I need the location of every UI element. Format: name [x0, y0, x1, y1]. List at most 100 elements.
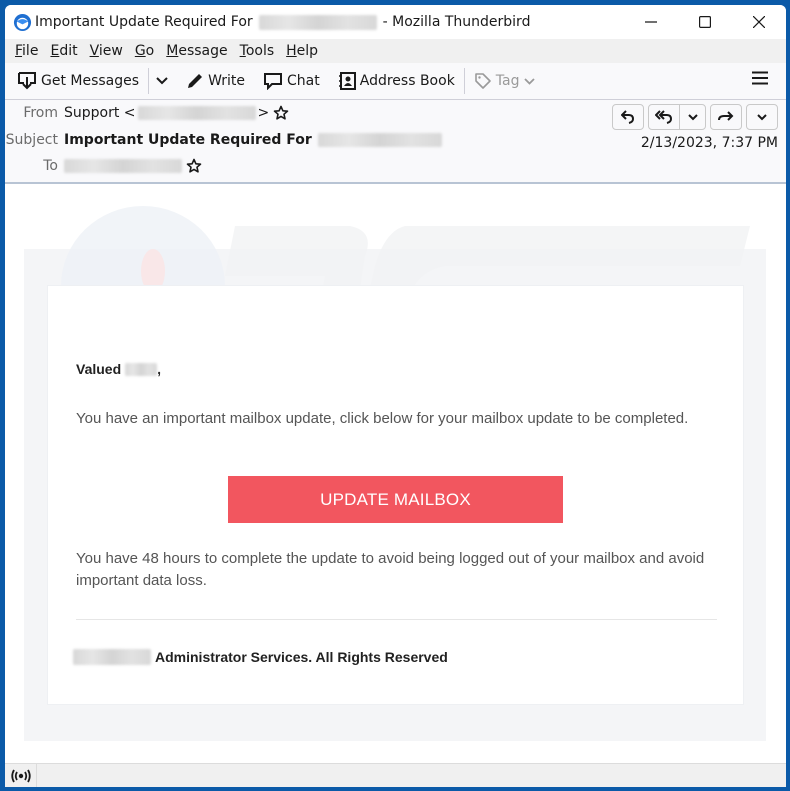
greeting: Valued , — [76, 361, 161, 377]
greeting-comma: , — [157, 361, 162, 377]
pencil-icon — [188, 74, 203, 88]
online-broadcast-icon — [10, 769, 31, 782]
menu-tools[interactable]: Tools — [234, 43, 281, 59]
reply-all-part[interactable] — [649, 105, 679, 129]
get-messages-button[interactable]: Get Messages — [11, 66, 145, 96]
write-label: Write — [208, 73, 246, 89]
menu-help[interactable]: Help — [280, 43, 324, 59]
redacted-recipient — [258, 14, 377, 30]
footer-divider — [76, 619, 717, 620]
window-title: Important Update Required For - Mozilla … — [35, 14, 530, 30]
subject-text: Important Update Required For — [64, 132, 312, 148]
chevron-down-icon — [523, 77, 535, 85]
redacted-subject-email — [317, 133, 442, 147]
footer-text: Administrator Services. All Rights Reser… — [155, 649, 448, 665]
status-bar — [5, 763, 786, 787]
tag-button[interactable]: Tag — [468, 66, 541, 96]
menu-label: iew — [98, 43, 123, 59]
forward-button[interactable] — [710, 104, 742, 130]
from-row: From Support < > — [5, 105, 289, 121]
menu-go[interactable]: Go — [129, 43, 160, 59]
address-book-icon — [338, 72, 356, 90]
thunderbird-logo-icon — [13, 13, 32, 31]
forward-icon — [718, 111, 734, 121]
star-icon[interactable] — [186, 158, 202, 174]
get-messages-label: Get Messages — [41, 73, 140, 89]
body-paragraph-1: You have an important mailbox update, cl… — [76, 410, 689, 427]
online-status-button[interactable] — [5, 763, 37, 787]
from-name: Support < — [64, 105, 136, 121]
tag-label: Tag — [495, 73, 520, 89]
chat-button[interactable]: Chat — [257, 66, 326, 96]
close-icon — [753, 16, 765, 28]
to-label: To — [43, 158, 58, 174]
chevron-down-icon — [687, 113, 698, 120]
email-card: Valued , You have an important mailbox u… — [47, 285, 744, 705]
more-part — [747, 105, 777, 129]
to-row: To — [5, 158, 202, 174]
menu-edit[interactable]: Edit — [44, 43, 83, 59]
title-subject: Important Update Required For — [35, 14, 253, 30]
address-book-button[interactable]: Address Book — [332, 66, 461, 96]
menu-label: ile — [22, 43, 39, 59]
minimize-button[interactable] — [624, 5, 678, 39]
message-date: 2/13/2023, 7:37 PM — [640, 135, 778, 151]
body-paragraph-2: You have 48 hours to complete the update… — [76, 550, 705, 589]
maximize-button[interactable] — [678, 5, 732, 39]
close-button[interactable] — [732, 5, 786, 39]
greeting-text: Valued — [76, 361, 122, 377]
message-body: risk.com Valued , You have an important … — [5, 186, 786, 763]
update-mailbox-button[interactable]: UPDATE MAILBOX — [228, 476, 563, 523]
menu-message[interactable]: Message — [160, 43, 233, 59]
menu-label: ools — [245, 43, 275, 59]
from-close-bracket: > — [257, 105, 270, 121]
menu-accel: V — [89, 43, 99, 59]
menu-label: elp — [296, 43, 319, 59]
app-menu-button[interactable] — [752, 71, 768, 89]
menu-accel: G — [134, 43, 146, 59]
menu-accel: E — [50, 43, 60, 59]
maximize-icon — [699, 16, 711, 28]
from-value[interactable]: Support < > — [64, 105, 289, 121]
redacted-domain — [73, 649, 151, 665]
reply-part — [613, 105, 643, 129]
chevron-down-icon — [156, 77, 168, 85]
title-bar: Important Update Required For - Mozilla … — [5, 5, 786, 39]
subject-row: Subject Important Update Required For — [5, 132, 442, 148]
reply-button[interactable] — [612, 104, 644, 130]
write-button[interactable]: Write — [180, 66, 251, 96]
toolbar-separator — [148, 68, 150, 94]
subject-value: Important Update Required For — [64, 132, 442, 148]
title-app-name: - Mozilla Thunderbird — [382, 14, 531, 30]
main-toolbar: Get Messages Write Chat Address Book Tag — [5, 63, 786, 100]
forward-part — [711, 105, 741, 129]
subject-label: Subject — [5, 132, 58, 148]
from-label: From — [23, 105, 58, 121]
to-value[interactable] — [64, 158, 202, 174]
get-messages-dropdown[interactable] — [152, 66, 172, 96]
menu-label: essage — [178, 43, 228, 59]
header-action-buttons — [612, 104, 778, 130]
menu-bar: File Edit View Go Message Tools Help — [5, 39, 786, 63]
toolbar-separator — [463, 68, 465, 94]
menu-label: o — [145, 43, 155, 59]
email-footer: Administrator Services. All Rights Reser… — [73, 649, 448, 665]
minimize-icon — [645, 21, 657, 23]
message-header: From Support < > Subject Important Updat… — [5, 100, 786, 184]
star-icon[interactable] — [273, 105, 289, 121]
menu-accel: M — [166, 43, 179, 59]
reply-all-dropdown[interactable] — [679, 105, 705, 129]
menu-view[interactable]: View — [84, 43, 129, 59]
redacted-recipient-email — [64, 159, 182, 173]
chat-label: Chat — [287, 73, 320, 89]
get-messages-icon — [18, 72, 36, 90]
menu-file[interactable]: File — [9, 43, 44, 59]
redacted-sender-email — [137, 106, 256, 120]
reply-icon — [621, 110, 635, 124]
more-actions-button[interactable] — [746, 104, 778, 130]
chevron-down-icon — [757, 113, 767, 120]
tag-icon — [474, 73, 491, 89]
thunderbird-window: Important Update Required For - Mozilla … — [5, 5, 786, 787]
hamburger-menu-icon — [752, 71, 768, 85]
reply-all-button[interactable] — [648, 104, 706, 130]
